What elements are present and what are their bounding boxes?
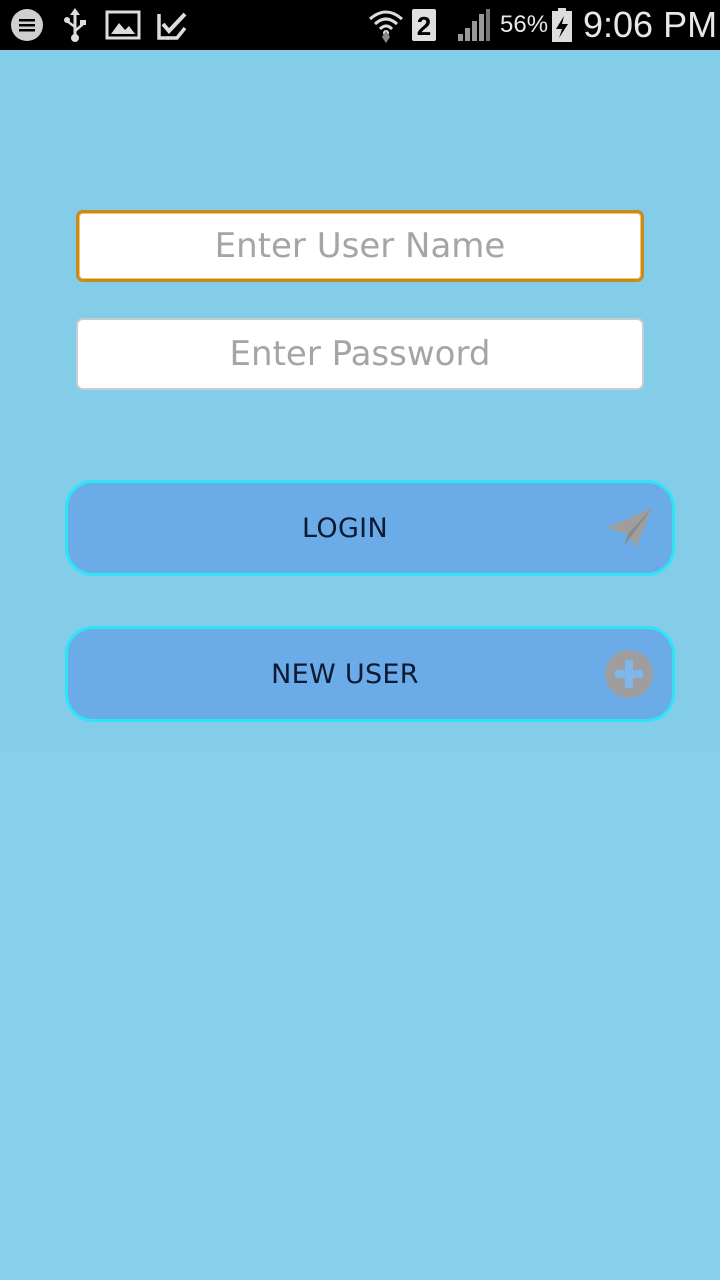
add-circle-icon	[602, 647, 656, 701]
signal-icon	[454, 7, 492, 43]
usb-icon	[60, 7, 90, 43]
login-button-label: LOGIN	[302, 512, 388, 544]
status-bar: 2 56% 9:06 PM	[0, 0, 720, 50]
wifi-icon	[366, 7, 406, 43]
task-check-icon	[154, 7, 190, 43]
sim-2-icon: 2	[410, 7, 438, 43]
chat-bubble-icon	[8, 7, 46, 43]
login-button[interactable]: LOGIN	[65, 480, 675, 576]
password-input[interactable]	[78, 319, 642, 389]
new-user-button[interactable]: NEW USER	[65, 626, 675, 722]
battery-percent: 56%	[500, 11, 549, 38]
paper-plane-icon	[602, 501, 656, 555]
gallery-icon	[104, 7, 142, 43]
password-field[interactable]	[76, 318, 644, 390]
new-user-button-label: NEW USER	[271, 658, 419, 690]
battery-charging-icon	[550, 7, 574, 43]
username-field[interactable]	[76, 210, 644, 282]
clock: 9:06 PM	[583, 4, 718, 45]
sim-label: 2	[417, 11, 431, 41]
username-input[interactable]	[79, 212, 641, 280]
